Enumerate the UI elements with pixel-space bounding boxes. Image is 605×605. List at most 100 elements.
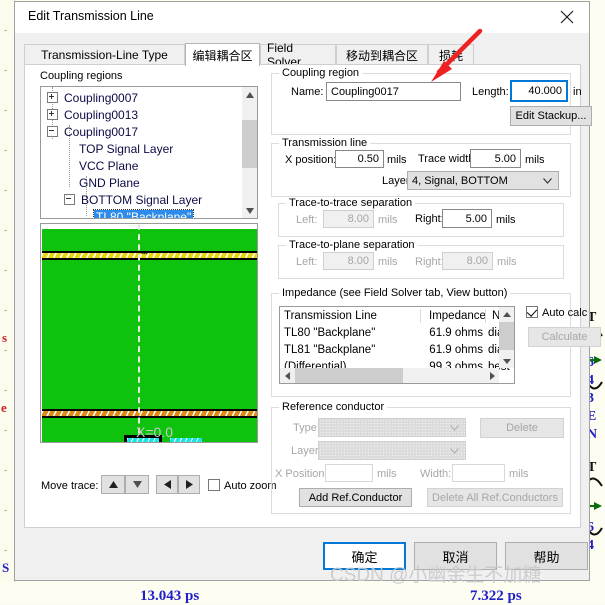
tree-item-top-signal-layer[interactable]: TOP Signal Layer <box>77 140 175 157</box>
tab-label: 损耗 <box>438 48 463 63</box>
move-trace-down-button[interactable] <box>125 475 149 494</box>
tree-item-coupling0007[interactable]: Coupling0007 <box>47 89 140 106</box>
trace-to-plane-title: Trace-to-plane separation <box>286 239 418 251</box>
ref-x-position-label: X Position: <box>275 468 328 480</box>
t2p-right-label: Right: <box>415 256 444 268</box>
tree-item-label: Coupling0007 <box>64 90 139 105</box>
t2t-right-input[interactable]: 5.00 <box>442 209 492 228</box>
close-icon[interactable] <box>545 2 589 32</box>
coupling-name-input[interactable]: Coupling0017 <box>326 82 461 101</box>
t2t-right-label: Right: <box>415 213 444 225</box>
edit-stackup-button[interactable]: Edit Stackup... <box>510 106 592 126</box>
tree-vertical-scrollbar[interactable] <box>242 87 257 218</box>
table-row[interactable]: TL80 "Backplane" 61.9 ohms diago <box>280 327 514 344</box>
tree-item-gnd-plane[interactable]: GND Plane <box>77 174 142 191</box>
impedance-scroll-thumb[interactable] <box>499 322 514 350</box>
ref-layer-label: Layer: <box>291 445 322 457</box>
background-glyph-left-2: e <box>1 400 7 415</box>
tab-panel-edit-coupling-region: Coupling regions Coupling0007 Coupling00… <box>24 64 601 528</box>
ref-width-input <box>452 464 505 482</box>
background-glyph-left-3: S <box>2 560 10 575</box>
chevron-down-icon[interactable] <box>543 175 552 187</box>
impedance-value: 61.9 ohms <box>429 344 483 356</box>
scroll-up-icon[interactable] <box>242 87 257 102</box>
scroll-up-icon[interactable] <box>499 307 514 321</box>
reference-conductor-group: Reference conductor Type: Delete Layer: … <box>271 401 571 514</box>
cross-section-viewer[interactable]: ▪▪▪ ▪▪▪ X=0.0 <box>40 223 258 443</box>
background-left-ruler <box>0 0 15 604</box>
add-ref-conductor-button[interactable]: Add Ref.Conductor <box>299 488 412 507</box>
tree-items: Coupling0007 Coupling0013 Coupling0017 T… <box>41 87 242 218</box>
tree-item-vcc-plane[interactable]: VCC Plane <box>77 157 140 174</box>
tree-item-label: VCC Plane <box>79 158 139 173</box>
tab-label: 移动到耦合区 <box>345 48 418 63</box>
tree-item-label: GND Plane <box>79 175 140 190</box>
ref-layer-select <box>318 441 466 460</box>
tab-loss[interactable]: 损耗 <box>428 44 474 65</box>
ref-x-position-input <box>325 464 373 482</box>
column-separator <box>485 309 486 323</box>
layer-select[interactable]: 4, Signal, BOTTOM <box>407 171 559 190</box>
tree-scroll-thumb[interactable] <box>242 120 257 168</box>
scroll-left-icon[interactable] <box>280 368 294 383</box>
collapse-icon[interactable] <box>64 194 75 205</box>
tree-item-tl80-backplane[interactable]: TL80 "Backplane" <box>92 208 195 218</box>
background-right-ps: 7.322 ps <box>470 588 522 604</box>
trace-width-input[interactable]: 5.00 <box>470 149 521 168</box>
tab-field-solver[interactable]: Field Solver <box>260 41 336 69</box>
auto-calc-checkbox[interactable] <box>526 306 538 318</box>
coupling-regions-label: Coupling regions <box>40 70 123 82</box>
tab-edit-coupling-region[interactable]: 编辑耦合区 <box>185 43 260 66</box>
auto-zoom-checkbox[interactable] <box>208 479 220 491</box>
t2p-right-input: 8.00 <box>442 252 493 270</box>
scroll-down-icon[interactable] <box>242 203 257 218</box>
delete-all-ref-conductors-button: Delete All Ref.Conductors <box>427 488 563 507</box>
tree-item-coupling0013[interactable]: Coupling0013 <box>47 106 140 123</box>
expand-icon[interactable] <box>47 109 58 120</box>
scroll-right-icon[interactable] <box>485 368 499 383</box>
move-trace-label: Move trace: <box>41 480 99 492</box>
impedance-table-header: Transmission Line Impedance Notes <box>280 307 514 325</box>
background-left-ps: 13.043 ps <box>140 588 200 604</box>
impedance-column-impedance[interactable]: Impedance <box>425 307 487 325</box>
csdn-watermark: CSDN @小幽余生不加糖 <box>330 565 542 586</box>
t2p-left-input: 8.00 <box>323 252 374 270</box>
move-trace-right-button[interactable] <box>178 475 200 494</box>
coupling-region-group-title: Coupling region <box>279 67 363 79</box>
impedance-vertical-scrollbar[interactable] <box>499 307 514 368</box>
impedance-hscroll-thumb[interactable] <box>295 368 403 383</box>
coupling-region-group: Coupling region Name: Coupling0017 Lengt… <box>271 67 592 135</box>
delete-ref-conductor-button: Delete <box>480 418 564 438</box>
tab-move-to-coupling-region[interactable]: 移动到耦合区 <box>336 44 428 65</box>
impedance-horizontal-scrollbar[interactable] <box>280 368 499 383</box>
table-row[interactable]: TL81 "Backplane" 61.9 ohms diago <box>280 344 514 361</box>
collapse-icon[interactable] <box>47 126 58 137</box>
dialog-titlebar: Edit Transmission Line <box>15 2 589 33</box>
trace-width-label: Trace width: <box>418 153 478 165</box>
tab-label: 编辑耦合区 <box>192 48 253 63</box>
trace-width-units: mils <box>525 154 545 166</box>
coupling-regions-tree[interactable]: Coupling0007 Coupling0013 Coupling0017 T… <box>40 86 258 219</box>
tree-item-label: BOTTOM Signal Layer <box>81 192 203 207</box>
move-trace-up-button[interactable] <box>101 475 125 494</box>
scroll-down-icon[interactable] <box>499 354 514 368</box>
tree-item-bottom-signal-layer[interactable]: BOTTOM Signal Layer <box>64 191 204 208</box>
impedance-column-line[interactable]: Transmission Line <box>280 307 420 325</box>
plane-hatch <box>42 411 257 416</box>
tab-transmission-line-type[interactable]: Transmission-Line Type <box>24 44 185 65</box>
expand-icon[interactable] <box>47 92 58 103</box>
ref-type-label: Type: <box>293 422 320 434</box>
x-position-input[interactable]: 0.50 <box>335 150 384 168</box>
length-units: in <box>573 86 582 98</box>
plane-dimension-marker: ▪▪▪ <box>141 408 148 414</box>
layer-label: Layer <box>382 175 410 187</box>
impedance-table[interactable]: Transmission Line Impedance Notes TL80 "… <box>279 306 515 384</box>
tree-item-label: Coupling0013 <box>64 107 139 122</box>
length-input[interactable]: 40.000 <box>510 80 568 102</box>
trace-tl81[interactable] <box>170 438 202 442</box>
tree-item-label: TOP Signal Layer <box>79 141 174 156</box>
reference-conductor-group-title: Reference conductor <box>279 401 388 413</box>
ref-width-units: mils <box>509 468 529 480</box>
move-trace-left-button[interactable] <box>156 475 178 494</box>
tree-item-coupling0017[interactable]: Coupling0017 <box>47 123 140 140</box>
